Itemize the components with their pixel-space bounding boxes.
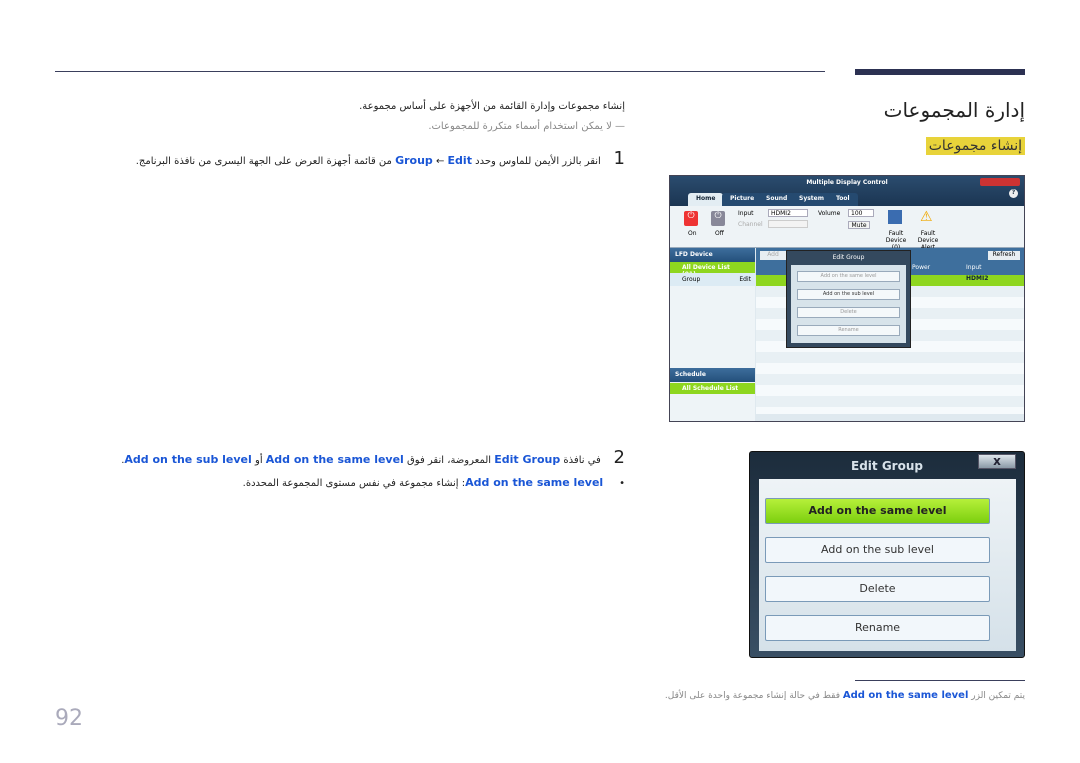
title-bar: Multiple Display Control ? Home Picture … (670, 176, 1024, 206)
sub-level-term: Add on the sub level (124, 453, 252, 466)
header-rule (55, 71, 825, 72)
input-select[interactable]: HDMI2 (768, 209, 808, 217)
step-text: من قائمة أجهزة العرض على الجهة اليسرى من… (135, 156, 392, 167)
col-input: Input (966, 264, 982, 271)
step-number: 2 (613, 447, 625, 468)
channel-input[interactable] (768, 220, 808, 228)
step-text: المعروضة، انقر فوق (407, 455, 492, 466)
help-icon[interactable]: ? (1009, 189, 1018, 198)
group-item[interactable]: Group Edit (670, 273, 755, 286)
sidebar: LFD Device All Device List (01) Group Edi… (670, 248, 755, 421)
tab-home[interactable]: Home (688, 193, 724, 206)
step-1: 1 انقر بالزر الأيمن للماوس وحدد Edit ← G… (136, 148, 625, 169)
group-label: Group (682, 276, 701, 283)
window-controls[interactable] (980, 178, 1020, 186)
add-sub-level-button[interactable]: Add on the sub level (765, 537, 990, 563)
delete-button[interactable]: Delete (765, 576, 990, 602)
channel-label: Channel (738, 221, 763, 228)
all-schedule-list[interactable]: All Schedule List (670, 383, 755, 394)
fault-device-icon[interactable] (888, 210, 902, 224)
edit-group-dialog: Edit Group x Add on the same level Add o… (749, 451, 1025, 658)
bullet-term: Add on the same level (465, 476, 604, 489)
bullet-text: إنشاء مجموعة في نفس مستوى المجموعة المحد… (242, 478, 459, 489)
edit-button[interactable]: Edit (739, 276, 751, 283)
add-same-level-button[interactable]: Add on the same level (765, 498, 990, 524)
tab-picture[interactable]: Picture (722, 193, 763, 206)
mute-button[interactable]: Mute (848, 221, 870, 229)
all-device-list[interactable]: All Device List (01) (670, 262, 755, 278)
volume-select[interactable]: 100 (848, 209, 874, 217)
rename-button[interactable]: Rename (797, 325, 900, 336)
footnote: يتم تمكين الزر Add on the same level فقط… (665, 690, 1025, 701)
volume-label: Volume (818, 210, 841, 217)
dialog-title: Edit Group (832, 254, 865, 261)
tab-tool[interactable]: Tool (828, 193, 858, 206)
alert-icon[interactable]: ⚠ (920, 209, 933, 225)
off-label: Off (715, 230, 724, 237)
footnote-term: Add on the same level (842, 690, 969, 701)
schedule-header[interactable]: Schedule (670, 368, 755, 382)
intro-text: إنشاء مجموعات وإدارة القائمة من الأجهزة … (359, 101, 625, 112)
page-title: إدارة المجموعات (883, 98, 1025, 122)
bullet-icon: • (619, 478, 625, 489)
ribbon: ⏻ ⏻ On Off Input HDMI2 Channel Volume 10… (670, 206, 1024, 251)
col-power: Power (912, 264, 931, 271)
power-on-icon[interactable]: ⏻ (684, 211, 698, 226)
group-term: Group (395, 154, 433, 167)
mdc-screenshot: Multiple Display Control ? Home Picture … (669, 175, 1025, 422)
same-level-term: Add on the same level (265, 453, 404, 466)
lfd-device-header[interactable]: LFD Device (670, 248, 755, 262)
footnote-text: يتم تمكين الزر (971, 691, 1025, 701)
page-number: 92 (55, 706, 83, 731)
footnote-rule (855, 680, 1025, 681)
delete-button[interactable]: Delete (797, 307, 900, 318)
input-label: Input (738, 210, 754, 217)
step-text: في نافذة (563, 455, 601, 466)
tab-system[interactable]: System (791, 193, 832, 206)
footnote-text: فقط في حالة إنشاء مجموعة واحدة على الأقل… (664, 691, 841, 701)
sub-level-button[interactable]: Add on the sub level (797, 289, 900, 300)
arrow-icon: ← (435, 156, 445, 167)
step-text: أو (254, 455, 263, 466)
note: — لا يمكن استخدام أسماء متكررة للمجموعات… (428, 121, 625, 132)
power-off-icon[interactable]: ⏻ (711, 211, 725, 226)
step-2: 2 في نافذة Edit Group المعروضة، انقر فوق… (121, 447, 625, 468)
edit-group-dialog-small: Edit Group Add on the same level Add on … (786, 250, 911, 348)
note-text: لا يمكن استخدام أسماء متكررة للمجموعات. (428, 121, 612, 132)
bullet-item: • Add on the same level: إنشاء مجموعة في… (243, 476, 625, 489)
step-text: انقر بالزر الأيمن للماوس وحدد (475, 156, 601, 167)
add-button[interactable]: Add (760, 251, 786, 260)
on-label: On (688, 230, 697, 237)
section-title: إنشاء مجموعات (925, 137, 1025, 155)
close-button[interactable]: x (978, 454, 1016, 469)
refresh-button[interactable]: Refresh (988, 251, 1020, 260)
same-level-button[interactable]: Add on the same level (797, 271, 900, 282)
rename-button[interactable]: Rename (765, 615, 990, 641)
header-bar (855, 69, 1025, 75)
window-title: Multiple Display Control (806, 179, 888, 186)
row-input: HDMI2 (966, 275, 989, 282)
edit-term: Edit (447, 154, 472, 167)
tab-sound[interactable]: Sound (758, 193, 796, 206)
step-number: 1 (613, 148, 625, 169)
edit-group-term: Edit Group (494, 453, 561, 466)
